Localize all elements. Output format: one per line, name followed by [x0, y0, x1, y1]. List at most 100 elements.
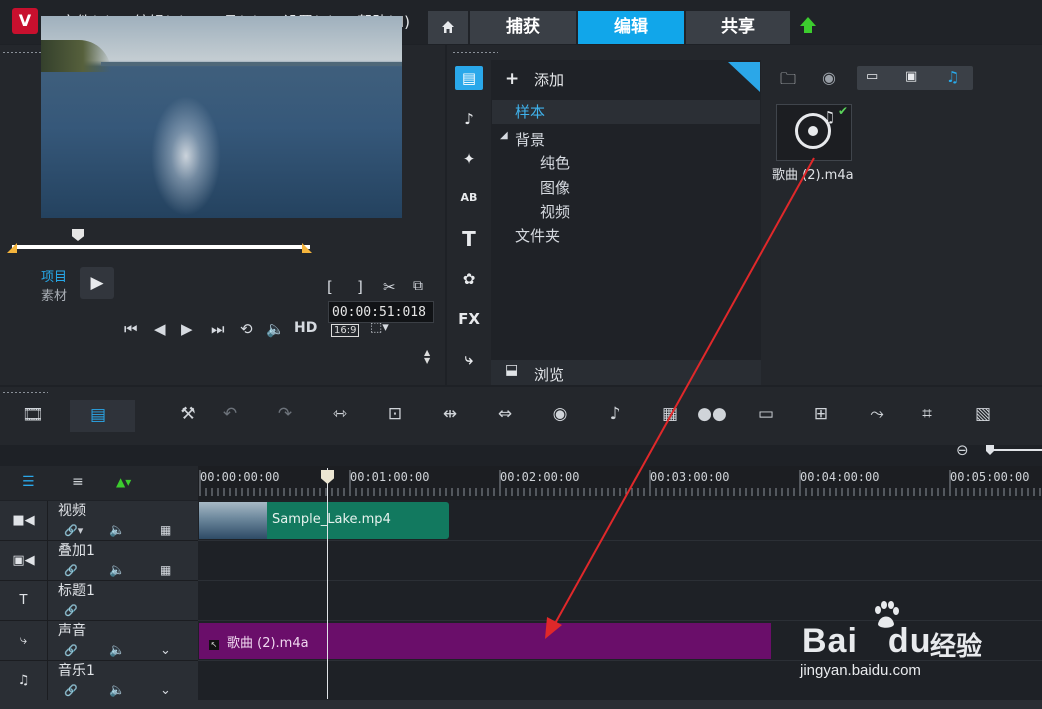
preview-sparkle: [151, 96, 221, 216]
record-icon[interactable]: ◉: [545, 404, 575, 424]
track-manager-icon[interactable]: ☰: [22, 474, 35, 490]
track-grid-icon[interactable]: ▦: [160, 563, 171, 577]
tree-item-solid-color[interactable]: 纯色: [540, 152, 570, 173]
browse-button[interactable]: 浏览: [534, 364, 564, 385]
tab-capture[interactable]: 捕获: [470, 11, 576, 44]
video-clip-thumbnail[interactable]: [199, 502, 267, 539]
text-icon[interactable]: T: [455, 227, 483, 251]
mask-icon[interactable]: ▧: [968, 404, 998, 424]
track-expand-icon[interactable]: ⌄: [160, 643, 171, 658]
volume-icon[interactable]: 🔈: [266, 320, 285, 338]
filter-audio-icon[interactable]: ♫: [946, 68, 959, 86]
link-icon[interactable]: 🔗: [64, 604, 78, 617]
tree-item-folder[interactable]: 文件夹: [515, 225, 560, 246]
preview-trees: [41, 40, 111, 72]
go-start-icon[interactable]: ⏮: [124, 320, 138, 338]
play-button[interactable]: ▶: [80, 267, 114, 299]
filter-photo-icon[interactable]: ▣: [905, 69, 917, 84]
video-preview: [41, 16, 402, 218]
track-lane-overlay[interactable]: [198, 541, 1042, 581]
title-ab-icon[interactable]: AB: [455, 186, 483, 210]
track-expand-icon[interactable]: ⌄: [160, 683, 171, 698]
link-icon[interactable]: 🔗: [64, 684, 78, 697]
mark-out-button[interactable]: ]: [357, 278, 363, 296]
track-volume-icon[interactable]: 🔈: [109, 563, 125, 578]
add-plus-icon[interactable]: +: [505, 69, 519, 89]
zoom-slider-knob[interactable]: [986, 445, 994, 455]
enlarge-preview-icon[interactable]: ⧉: [413, 278, 423, 294]
instant-project-icon[interactable]: ♪: [455, 107, 483, 131]
track-grid-icon[interactable]: ▦: [160, 523, 171, 537]
track-name: 标题1: [58, 583, 95, 599]
title-track-icon: T: [0, 581, 48, 621]
tab-home[interactable]: [428, 11, 468, 44]
upload-arrow-icon[interactable]: [800, 17, 816, 26]
audio-clip[interactable]: ↖ 歌曲 (2).m4a: [199, 623, 771, 659]
tools-icon[interactable]: ⚒: [173, 404, 203, 424]
path-icon[interactable]: ⤷: [455, 347, 483, 371]
track-volume-icon[interactable]: 🔈: [109, 683, 125, 698]
zoom-out-icon[interactable]: ⊖: [956, 441, 969, 459]
ruler-label: 00:05:00:00: [950, 470, 1030, 484]
split-screen-icon[interactable]: ⊞: [806, 404, 836, 424]
undo-icon[interactable]: ↶: [215, 404, 245, 424]
filter-video-icon[interactable]: ▭: [866, 69, 878, 84]
fit-timeline-icon[interactable]: ⇿: [325, 404, 355, 424]
tree-item-video[interactable]: 视频: [540, 201, 570, 222]
voice-track-icon: ⤷: [0, 621, 48, 661]
collapse-arrow-icon[interactable]: ◢: [500, 130, 508, 141]
repeat-icon[interactable]: ⟲: [240, 320, 253, 338]
add-track-icon[interactable]: ≡: [72, 474, 84, 490]
tree-item-image[interactable]: 图像: [540, 177, 570, 198]
transition-icon[interactable]: ✦: [455, 147, 483, 171]
link-icon[interactable]: 🔗: [64, 644, 78, 657]
browse-icon[interactable]: ⬓: [505, 362, 518, 378]
smart-crop-icon[interactable]: ⌗: [912, 404, 942, 424]
mark-in-button[interactable]: [: [327, 278, 333, 296]
add-folder-button[interactable]: 添加: [534, 69, 564, 90]
media-icon[interactable]: ▤: [455, 66, 483, 90]
tree-item-sample[interactable]: 样本: [492, 100, 760, 124]
video-clip[interactable]: Sample_Lake.mp4: [267, 502, 449, 539]
hd-preview-button[interactable]: HD: [294, 320, 317, 336]
multicam-icon[interactable]: ▦: [655, 404, 685, 424]
color-grading-icon[interactable]: ●●: [697, 404, 727, 424]
track-volume-icon[interactable]: 🔈: [109, 523, 125, 538]
go-end-icon[interactable]: ⏭: [211, 320, 225, 338]
track-height-icon[interactable]: ⇔: [490, 404, 520, 424]
timeline-playhead-line[interactable]: [327, 468, 328, 699]
subtitle-icon[interactable]: ▭: [751, 404, 781, 424]
fx-icon[interactable]: FX: [455, 307, 483, 331]
link-icon[interactable]: 🔗▾: [64, 524, 83, 537]
timeline-scrollbar[interactable]: [0, 700, 1042, 709]
library-grip[interactable]: [452, 51, 498, 54]
tree-item-background[interactable]: 背景: [515, 129, 545, 150]
chapter-marker-icon[interactable]: ▲▾: [116, 475, 131, 489]
previous-frame-icon[interactable]: ◀: [154, 320, 166, 338]
split-icon[interactable]: ⇹: [435, 404, 465, 424]
aspect-ratio-button[interactable]: 16:9: [331, 324, 360, 337]
zoom-slider-track[interactable]: [994, 449, 1042, 451]
audio-clip-icon: ↖: [209, 640, 219, 650]
scrubber-track[interactable]: [12, 245, 310, 249]
redo-icon[interactable]: ↷: [270, 404, 300, 424]
timecode-stepper[interactable]: ▲ ▼: [424, 349, 430, 365]
ruler-label: 00:04:00:00: [800, 470, 880, 484]
split-clip-icon[interactable]: ✂: [383, 278, 396, 296]
timecode-field[interactable]: 00:00:51:018: [328, 301, 434, 323]
import-folder-icon[interactable]: 🗀: [780, 68, 796, 95]
toolbar-grip[interactable]: [2, 391, 48, 394]
track-lane-title[interactable]: [198, 581, 1042, 621]
link-icon[interactable]: 🔗: [64, 564, 78, 577]
mode-clip-label[interactable]: 素材: [41, 285, 67, 304]
ripple-edit-icon[interactable]: ⊡: [380, 404, 410, 424]
motion-tracking-icon[interactable]: ⤳: [862, 404, 892, 424]
track-volume-icon[interactable]: 🔈: [109, 643, 125, 658]
camera-icon[interactable]: ◉: [822, 68, 836, 87]
mode-project-label[interactable]: 项目: [41, 266, 67, 285]
graphics-icon[interactable]: ✿: [455, 267, 483, 291]
next-frame-icon[interactable]: ▶: [181, 320, 193, 338]
tab-edit[interactable]: 编辑: [578, 11, 684, 44]
audio-mixer-icon[interactable]: ♪: [600, 404, 630, 424]
tab-share[interactable]: 共享: [686, 11, 790, 44]
